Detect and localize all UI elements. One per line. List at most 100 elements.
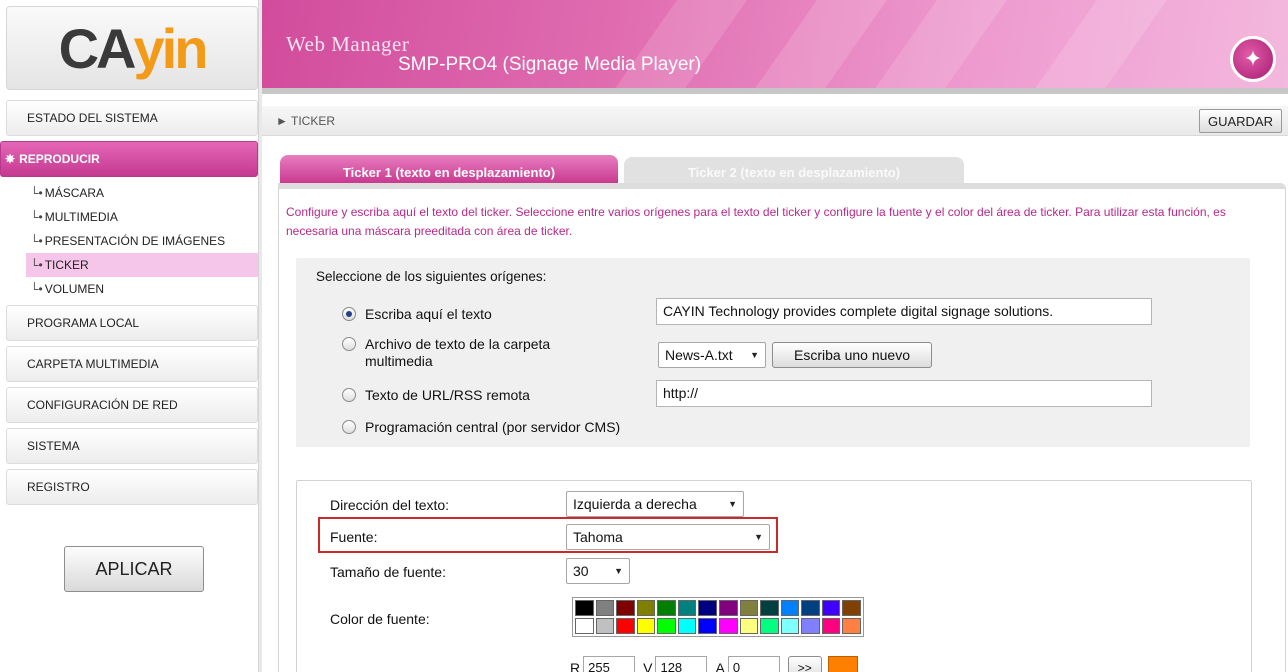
- ticker-text-input[interactable]: CAYIN Technology provides complete digit…: [656, 298, 1152, 325]
- branch-icon: └•: [30, 258, 43, 272]
- red-input[interactable]: 255: [583, 656, 636, 672]
- font-select-value: Tahoma: [573, 529, 623, 545]
- color-swatch[interactable]: [842, 618, 861, 634]
- color-swatch[interactable]: [616, 618, 635, 634]
- direction-select[interactable]: Izquierda a derecha ▼: [566, 491, 744, 517]
- color-swatch[interactable]: [595, 618, 615, 634]
- font-size-value: 30: [573, 563, 589, 579]
- color-swatch[interactable]: [760, 618, 779, 634]
- header-stripe: [852, 0, 1022, 92]
- color-swatch[interactable]: [739, 618, 759, 634]
- product-title: SMP-PRO4 (Signage Media Player): [398, 54, 702, 75]
- color-swatch[interactable]: [718, 600, 738, 616]
- color-swatch[interactable]: [595, 600, 615, 616]
- logo-box: CA yin: [6, 6, 258, 90]
- sidebar-subitem-label: MULTIMEDIA: [44, 210, 118, 224]
- sidebar-item-label: CONFIGURACIÓN DE RED: [27, 398, 178, 412]
- color-swatch[interactable]: [636, 600, 656, 616]
- intro-text: Configure y escriba aquí el texto del ti…: [286, 205, 1226, 238]
- radio-button[interactable]: [342, 388, 356, 402]
- red-label: R: [570, 660, 581, 672]
- radio-button[interactable]: [342, 307, 356, 321]
- branch-icon: └•: [30, 186, 43, 200]
- sidebar-item-registro[interactable]: REGISTRO: [6, 469, 258, 505]
- color-swatch[interactable]: [657, 600, 676, 616]
- sparkle-icon: ✵: [5, 152, 16, 166]
- save-button[interactable]: GUARDAR: [1198, 109, 1282, 133]
- color-swatch[interactable]: [636, 618, 656, 634]
- tab-ticker-1[interactable]: Ticker 1 (texto en desplazamiento): [280, 155, 618, 183]
- sidebar-item-label: REGISTRO: [27, 480, 90, 494]
- color-swatch[interactable]: [739, 600, 759, 616]
- sidebar-subitem-label: MÁSCARA: [44, 186, 105, 200]
- radio-option-file[interactable]: Archivo de texto de la carpeta multimedi…: [342, 336, 602, 370]
- sidebar-subitem-label: VOLUMEN: [44, 282, 105, 296]
- sidebar-subitem-presentacion[interactable]: └• PRESENTACIÓN DE IMÁGENES: [26, 229, 258, 253]
- sidebar-item-estado[interactable]: ESTADO DEL SISTEMA: [6, 100, 258, 136]
- color-swatch[interactable]: [657, 618, 676, 634]
- cayin-logo: CA yin: [58, 16, 209, 81]
- color-swatch[interactable]: [780, 618, 800, 634]
- radio-button[interactable]: [342, 337, 356, 351]
- file-select-value: News-A.txt: [665, 347, 733, 363]
- url-input[interactable]: http://: [656, 380, 1152, 407]
- apply-rgb-button[interactable]: >>: [787, 656, 822, 672]
- color-swatch[interactable]: [677, 618, 697, 634]
- blue-input[interactable]: 0: [727, 656, 780, 672]
- sidebar-subitem-label: PRESENTACIÓN DE IMÁGENES: [44, 234, 226, 248]
- color-palette: [572, 597, 864, 637]
- color-swatch[interactable]: [698, 618, 717, 634]
- sidebar-item-label: SISTEMA: [27, 439, 80, 453]
- green-input[interactable]: 128: [655, 656, 708, 672]
- chevron-down-icon: ▼: [754, 532, 763, 542]
- radio-option-text[interactable]: Escriba aquí el texto: [342, 306, 492, 323]
- color-preview: [827, 656, 858, 672]
- color-swatch[interactable]: [842, 600, 861, 616]
- color-swatch[interactable]: [801, 600, 820, 616]
- sidebar-item-label: CARPETA MULTIMEDIA: [27, 357, 159, 371]
- direction-select-value: Izquierda a derecha: [573, 496, 697, 512]
- tab-ticker-2[interactable]: Ticker 2 (texto en desplazamiento): [624, 157, 964, 183]
- logo-ca: CA: [58, 16, 137, 80]
- radio-option-url[interactable]: Texto de URL/RSS remota: [342, 387, 530, 404]
- radio-option-cms[interactable]: Programación central (por servidor CMS): [342, 419, 620, 436]
- color-swatch[interactable]: [780, 600, 800, 616]
- color-swatch[interactable]: [575, 618, 594, 634]
- sidebar-item-label: PROGRAMA LOCAL: [27, 316, 140, 330]
- sidebar-item-carpeta-multimedia[interactable]: CARPETA MULTIMEDIA: [6, 346, 258, 382]
- file-select[interactable]: News-A.txt ▼: [658, 342, 766, 368]
- green-label: V: [643, 660, 653, 672]
- color-swatch[interactable]: [698, 600, 717, 616]
- header-stripe: [732, 0, 902, 92]
- sidebar-item-sistema[interactable]: SISTEMA: [6, 428, 258, 464]
- sidebar-subitem-ticker[interactable]: └• TICKER: [26, 253, 258, 277]
- radio-label: Escriba aquí el texto: [365, 306, 492, 322]
- sidebar-subitem-multimedia[interactable]: └• MULTIMEDIA: [26, 205, 258, 229]
- header-banner: Web Manager SMP-PRO4 (Signage Media Play…: [262, 0, 1288, 92]
- new-file-button[interactable]: Escriba uno nuevo: [772, 342, 932, 368]
- header-stripe: [1012, 0, 1182, 92]
- color-swatch[interactable]: [821, 600, 841, 616]
- sidebar-subitem-mascara[interactable]: └• MÁSCARA: [26, 181, 258, 205]
- color-swatch[interactable]: [801, 618, 820, 634]
- color-swatch[interactable]: [575, 600, 594, 616]
- color-swatch[interactable]: [821, 618, 841, 634]
- color-swatch[interactable]: [760, 600, 779, 616]
- sidebar-item-configuracion-red[interactable]: CONFIGURACIÓN DE RED: [6, 387, 258, 423]
- sidebar-item-reproducir[interactable]: ✵ REPRODUCIR: [0, 141, 258, 177]
- color-swatch[interactable]: [677, 600, 697, 616]
- font-size-select[interactable]: 30 ▼: [566, 558, 630, 584]
- sidebar-subitem-volumen[interactable]: └• VOLUMEN: [26, 277, 258, 301]
- sidebar-submenu: └• MÁSCARA └• MULTIMEDIA └• PRESENTACIÓN DE…: [26, 177, 258, 305]
- color-swatch[interactable]: [616, 600, 635, 616]
- font-select[interactable]: Tahoma ▼: [566, 524, 770, 550]
- color-swatch[interactable]: [718, 618, 738, 634]
- apply-button[interactable]: APLICAR: [64, 546, 204, 592]
- chevron-down-icon: ▼: [728, 499, 737, 509]
- magic-wand-icon: ✦: [1230, 36, 1276, 82]
- logo-yin: yin: [133, 16, 208, 80]
- breadcrumb-bar: ► TICKER GUARDAR: [262, 106, 1288, 136]
- radio-button[interactable]: [342, 420, 356, 434]
- sidebar-item-programa-local[interactable]: PROGRAMA LOCAL: [6, 305, 258, 341]
- direction-label: Dirección del texto:: [330, 497, 450, 513]
